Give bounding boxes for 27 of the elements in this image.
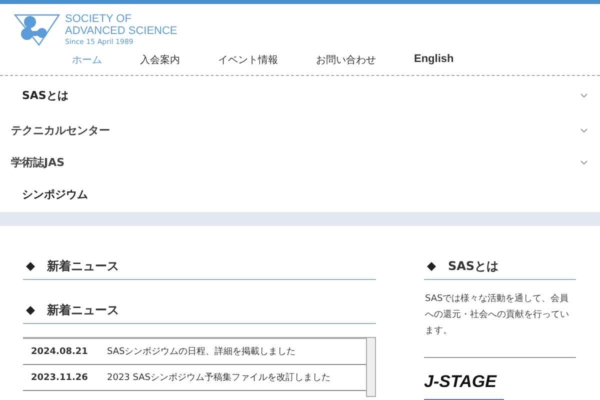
menu-item[interactable]: SASとは: [11, 88, 68, 102]
section-heading: 新着ニュース: [47, 258, 119, 275]
logo-title: ADVANCED SCIENCE: [65, 25, 178, 37]
nav-link[interactable]: 入会案内: [128, 53, 192, 67]
section-heading: SASとは: [448, 258, 499, 275]
logo-icon[interactable]: [13, 13, 61, 47]
diamond-icon: [26, 262, 35, 271]
menu-item[interactable]: テクニカルセンター: [11, 122, 110, 138]
news-link[interactable]: SASシンポジウムの日程、詳細を掲載しました: [107, 338, 366, 364]
jstage-banner[interactable]: J-STAGE: [424, 370, 576, 394]
intro-paragraph: SASでは様々な活動を通して、会員への還元・社会への貢献を行っています。: [424, 291, 576, 358]
news-date: 2023.11.26: [23, 364, 107, 390]
news-link[interactable]: 2023 SASシンポジウム予稿集ファイルを改訂しました: [107, 364, 366, 390]
nav-link[interactable]: お問い合わせ: [304, 53, 388, 67]
news-date: 2024.08.21: [23, 338, 107, 364]
diamond-icon: [427, 262, 436, 271]
nav-link[interactable]: English: [402, 53, 466, 65]
scrollbar[interactable]: [366, 337, 376, 397]
chevron-down-icon[interactable]: [580, 128, 588, 132]
menu-item[interactable]: シンポジウム: [11, 186, 88, 202]
logo-title: SOCIETY OF: [65, 13, 132, 25]
menu-item[interactable]: 学術誌JAS: [11, 154, 65, 170]
diamond-icon: [26, 306, 35, 315]
chevron-down-icon[interactable]: [580, 160, 588, 164]
nav-link[interactable]: イベント情報: [206, 53, 290, 67]
chevron-down-icon[interactable]: [580, 92, 588, 98]
section-heading: 新着ニュース: [47, 302, 119, 319]
